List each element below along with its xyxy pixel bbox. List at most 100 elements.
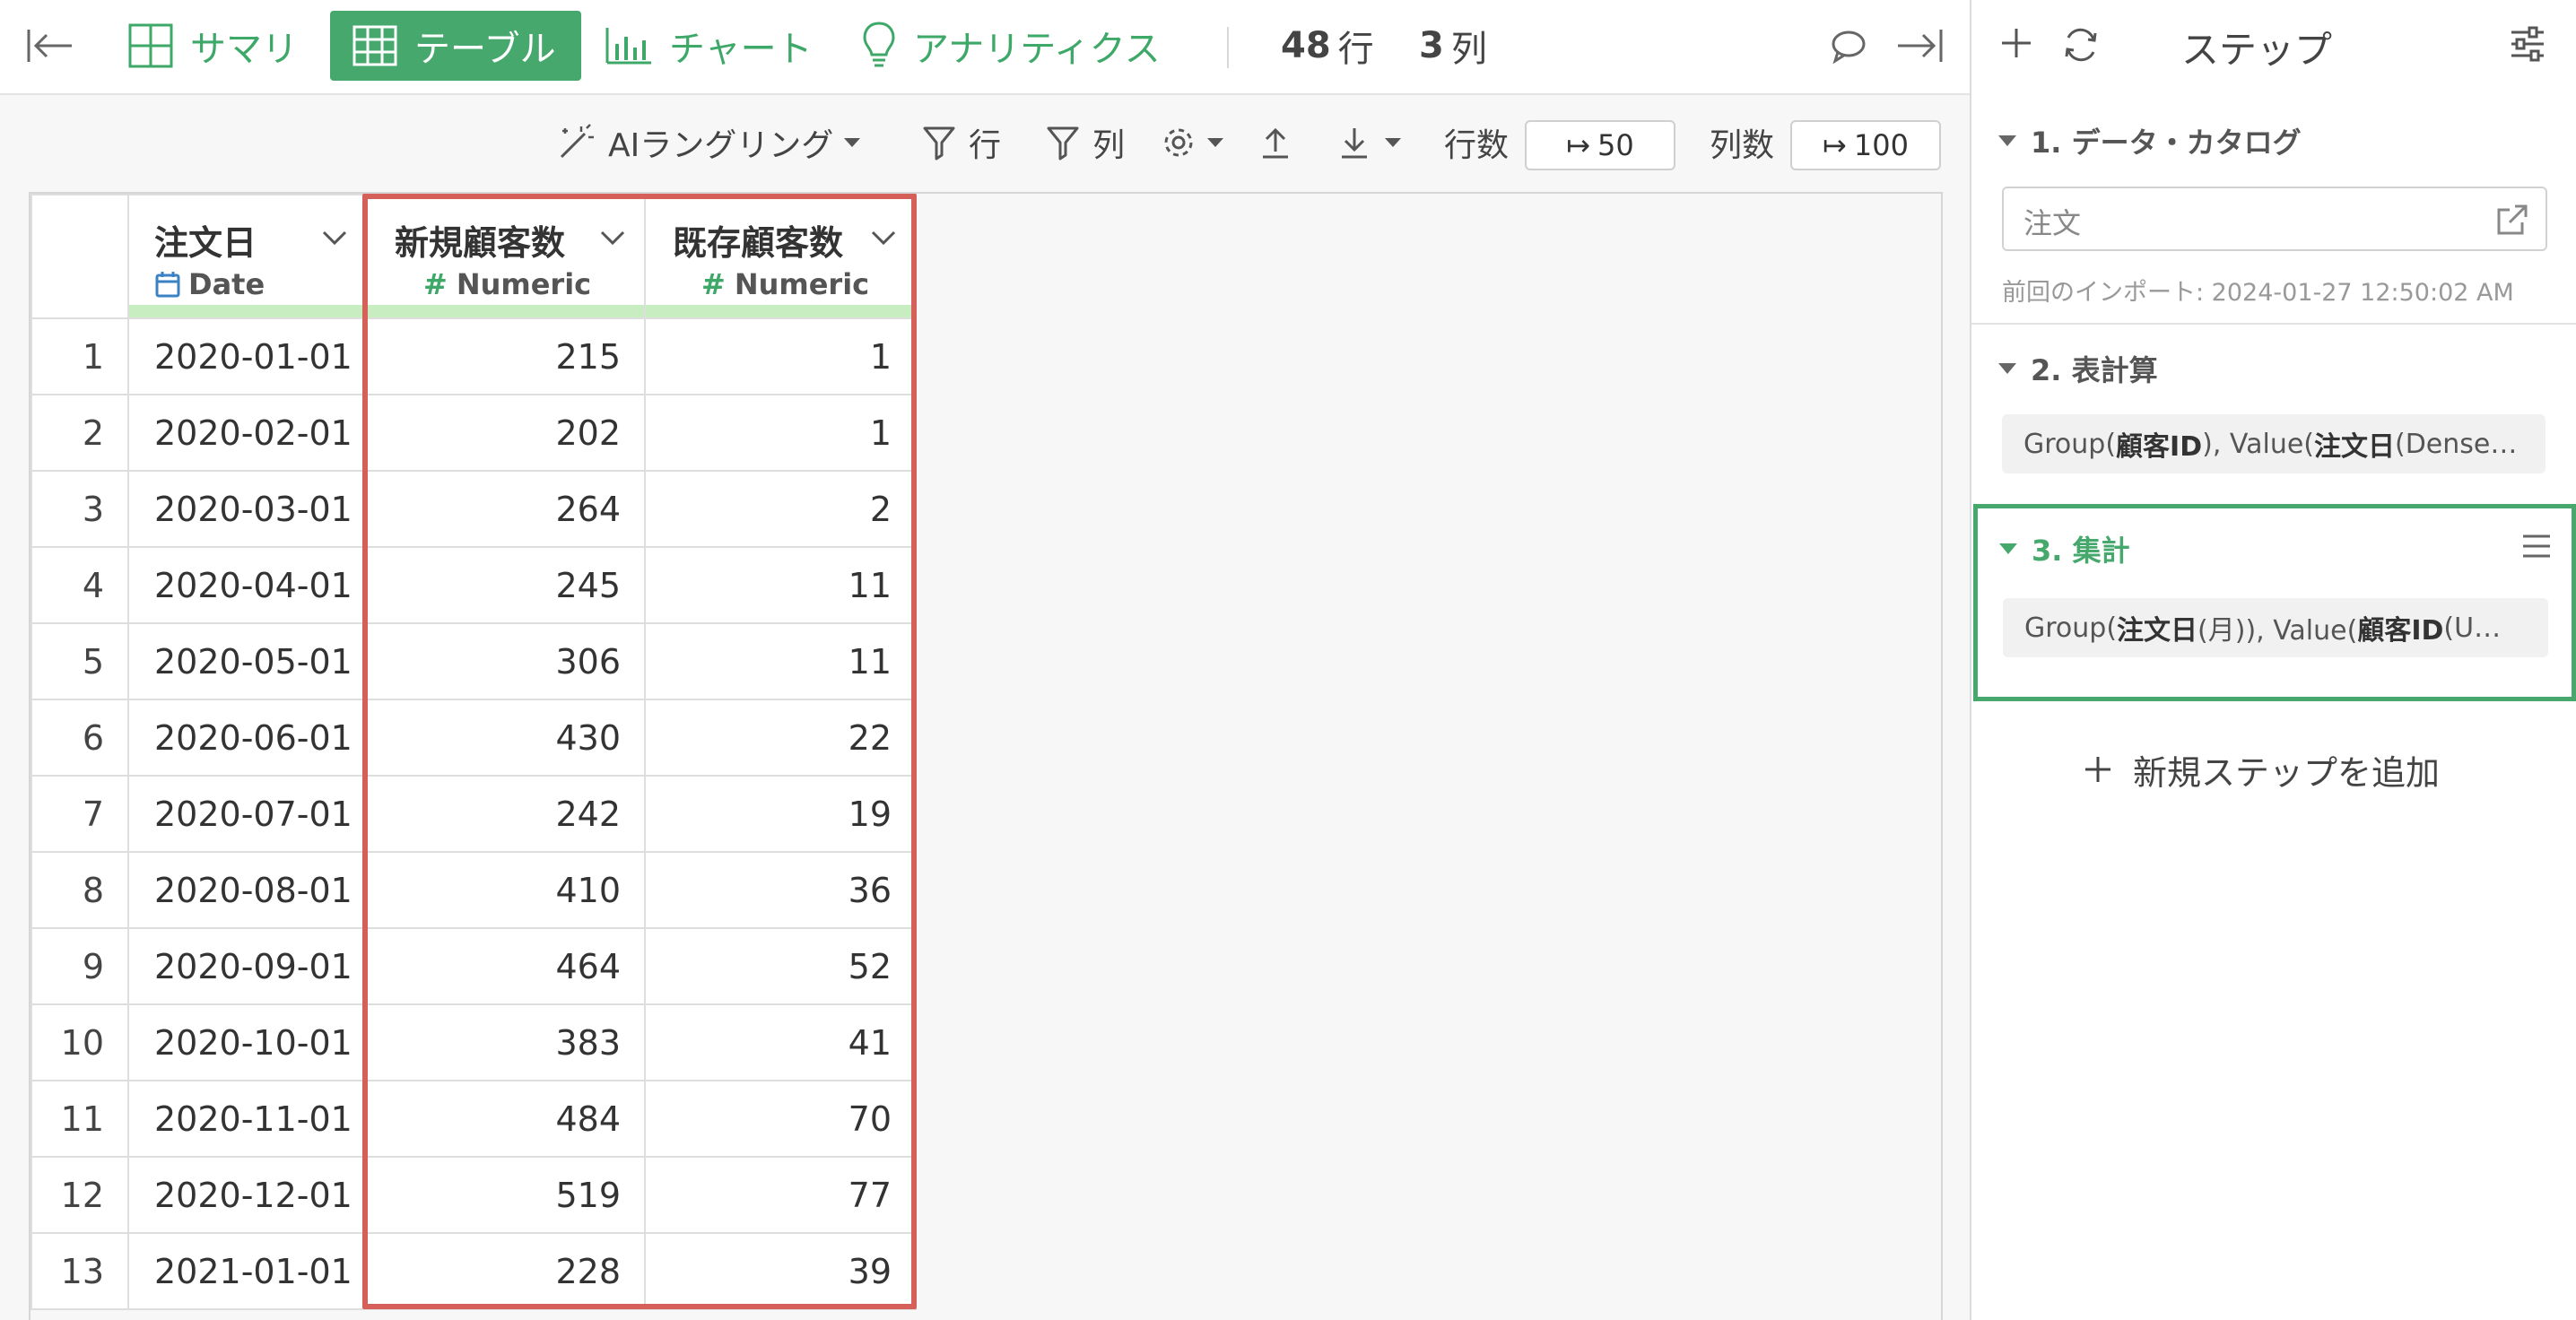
collapse-triangle-icon <box>1998 135 2016 146</box>
tab-summary[interactable]: サマリ <box>127 11 298 81</box>
cell-order-date[interactable]: 2020-08-01 <box>127 851 368 929</box>
cell-existing-customers[interactable]: 1 <box>644 394 917 472</box>
type-indicator-bar <box>129 305 366 317</box>
column-type: Date <box>154 267 265 301</box>
cell-existing-customers[interactable]: 70 <box>644 1080 917 1158</box>
step-aggregate[interactable]: 3. 集計 Group(注文日 (月)), Value(顧客ID (U… <box>1973 504 2576 701</box>
cell-new-customers[interactable]: 245 <box>366 546 646 624</box>
add-step-plus-button[interactable] <box>1998 25 2034 65</box>
step-summary[interactable]: Group(顧客ID), Value(注文日 (Dense… <box>2002 414 2546 473</box>
column-header-order-date[interactable]: 注文日 Date <box>127 194 368 319</box>
gear-icon <box>1164 128 1193 157</box>
tab-table[interactable]: テーブル <box>330 11 581 81</box>
filter-cols-label: 列 <box>1092 127 1126 164</box>
cell-existing-customers[interactable]: 41 <box>644 1003 917 1081</box>
collapse-triangle-icon <box>1998 363 2016 374</box>
chevron-down-icon[interactable] <box>870 230 897 246</box>
cell-order-date[interactable]: 2020-11-01 <box>127 1080 368 1158</box>
cell-order-date[interactable]: 2020-12-01 <box>127 1156 368 1234</box>
cell-order-date[interactable]: 2020-03-01 <box>127 470 368 548</box>
cell-new-customers[interactable]: 228 <box>366 1232 646 1310</box>
cell-new-customers[interactable]: 430 <box>366 699 646 777</box>
row-number: 9 <box>30 927 129 1005</box>
row-count: 48 行 <box>1281 11 1374 81</box>
cell-new-customers[interactable]: 215 <box>366 317 646 395</box>
cell-existing-customers[interactable]: 36 <box>644 851 917 929</box>
steps-settings-button[interactable] <box>2508 25 2547 66</box>
table-row: 11 2020-11-01 484 70 <box>30 1080 917 1158</box>
cell-order-date[interactable]: 2021-01-01 <box>127 1232 368 1310</box>
step-title: 2. 表計算 <box>1998 348 2158 389</box>
cell-new-customers[interactable]: 202 <box>366 394 646 472</box>
refresh-button[interactable] <box>2061 25 2101 68</box>
filter-rows-button[interactable]: 行 <box>922 113 1001 172</box>
cell-existing-customers[interactable]: 11 <box>644 546 917 624</box>
cell-order-date[interactable]: 2020-02-01 <box>127 394 368 472</box>
cell-existing-customers[interactable]: 1 <box>644 317 917 395</box>
cell-order-date[interactable]: 2020-04-01 <box>127 546 368 624</box>
filter-rows-label: 行 <box>969 127 1002 164</box>
row-number: 13 <box>30 1232 129 1310</box>
tab-analytics[interactable]: アナリティクス <box>861 11 1161 81</box>
rows-limit-input[interactable]: ↦ 50 <box>1525 120 1675 170</box>
cell-new-customers[interactable]: 519 <box>366 1156 646 1234</box>
external-link-icon[interactable] <box>2495 203 2529 237</box>
expand-right-button[interactable] <box>1894 11 1945 81</box>
source-field[interactable]: 注文 <box>2002 187 2547 251</box>
plus-icon <box>2002 29 2031 57</box>
tab-chart[interactable]: チャート <box>605 11 813 81</box>
comment-button[interactable] <box>1830 11 1867 81</box>
ai-wrangling-button[interactable]: AIラングリング <box>556 113 862 172</box>
table-row: 10 2020-10-01 383 41 <box>30 1003 917 1081</box>
step-data-catalog[interactable]: 1. データ・カタログ 注文 前回のインポート: 2024-01-27 12:5… <box>1971 108 2576 319</box>
summary-text: Group( <box>2024 612 2118 644</box>
cols-limit-input[interactable]: ↦ 100 <box>1790 120 1941 170</box>
step-summary[interactable]: Group(注文日 (月)), Value(顧客ID (U… <box>2003 598 2548 657</box>
upload-button[interactable] <box>1259 113 1304 172</box>
cell-existing-customers[interactable]: 77 <box>644 1156 917 1234</box>
cell-order-date[interactable]: 2020-09-01 <box>127 927 368 1005</box>
cell-order-date[interactable]: 2020-05-01 <box>127 622 368 700</box>
step-table-calc[interactable]: 2. 表計算 Group(顧客ID), Value(注文日 (Dense… <box>1971 334 2576 500</box>
cell-existing-customers[interactable]: 39 <box>644 1232 917 1310</box>
hamburger-menu-icon[interactable] <box>2521 534 2552 559</box>
collapse-left-button[interactable] <box>25 11 75 81</box>
chevron-down-icon[interactable] <box>321 230 348 246</box>
cell-new-customers[interactable]: 464 <box>366 927 646 1005</box>
cell-existing-customers[interactable]: 2 <box>644 470 917 548</box>
cell-new-customers[interactable]: 410 <box>366 851 646 929</box>
tab-table-label: テーブル <box>414 29 556 70</box>
row-number: 7 <box>30 775 129 853</box>
add-step-button[interactable]: 新規ステップを追加 <box>2083 742 2440 796</box>
settings-button[interactable] <box>1161 113 1225 172</box>
plus-icon <box>2085 757 2110 782</box>
table-row: 3 2020-03-01 264 2 <box>30 470 917 548</box>
chevron-down-icon[interactable] <box>599 230 626 246</box>
download-button[interactable] <box>1338 113 1403 172</box>
table-row: 7 2020-07-01 242 19 <box>30 775 917 853</box>
cell-existing-customers[interactable]: 11 <box>644 622 917 700</box>
cell-new-customers[interactable]: 242 <box>366 775 646 853</box>
cell-new-customers[interactable]: 264 <box>366 470 646 548</box>
column-name: 新規顧客数 <box>395 223 566 263</box>
steps-title: ステップ <box>2181 28 2333 72</box>
hash-icon: # <box>423 267 448 301</box>
cell-order-date[interactable]: 2020-01-01 <box>127 317 368 395</box>
filter-cols-button[interactable]: 列 <box>1046 113 1125 172</box>
summary-text-bold: 注文日 <box>2117 615 2198 647</box>
cell-order-date[interactable]: 2020-10-01 <box>127 1003 368 1081</box>
cell-order-date[interactable]: 2020-07-01 <box>127 775 368 853</box>
summary-text: (Dense… <box>2395 428 2518 460</box>
cell-order-date[interactable]: 2020-06-01 <box>127 699 368 777</box>
cell-new-customers[interactable]: 383 <box>366 1003 646 1081</box>
cell-new-customers[interactable]: 484 <box>366 1080 646 1158</box>
tab-chart-label: チャート <box>669 29 813 70</box>
cell-existing-customers[interactable]: 52 <box>644 927 917 1005</box>
cell-new-customers[interactable]: 306 <box>366 622 646 700</box>
column-header-existing-customers[interactable]: 既存顧客数 # Numeric <box>644 194 917 319</box>
magic-wand-icon <box>560 124 594 159</box>
col-count-unit: 列 <box>1450 29 1487 70</box>
cell-existing-customers[interactable]: 19 <box>644 775 917 853</box>
cell-existing-customers[interactable]: 22 <box>644 699 917 777</box>
column-header-new-customers[interactable]: 新規顧客数 # Numeric <box>366 194 646 319</box>
